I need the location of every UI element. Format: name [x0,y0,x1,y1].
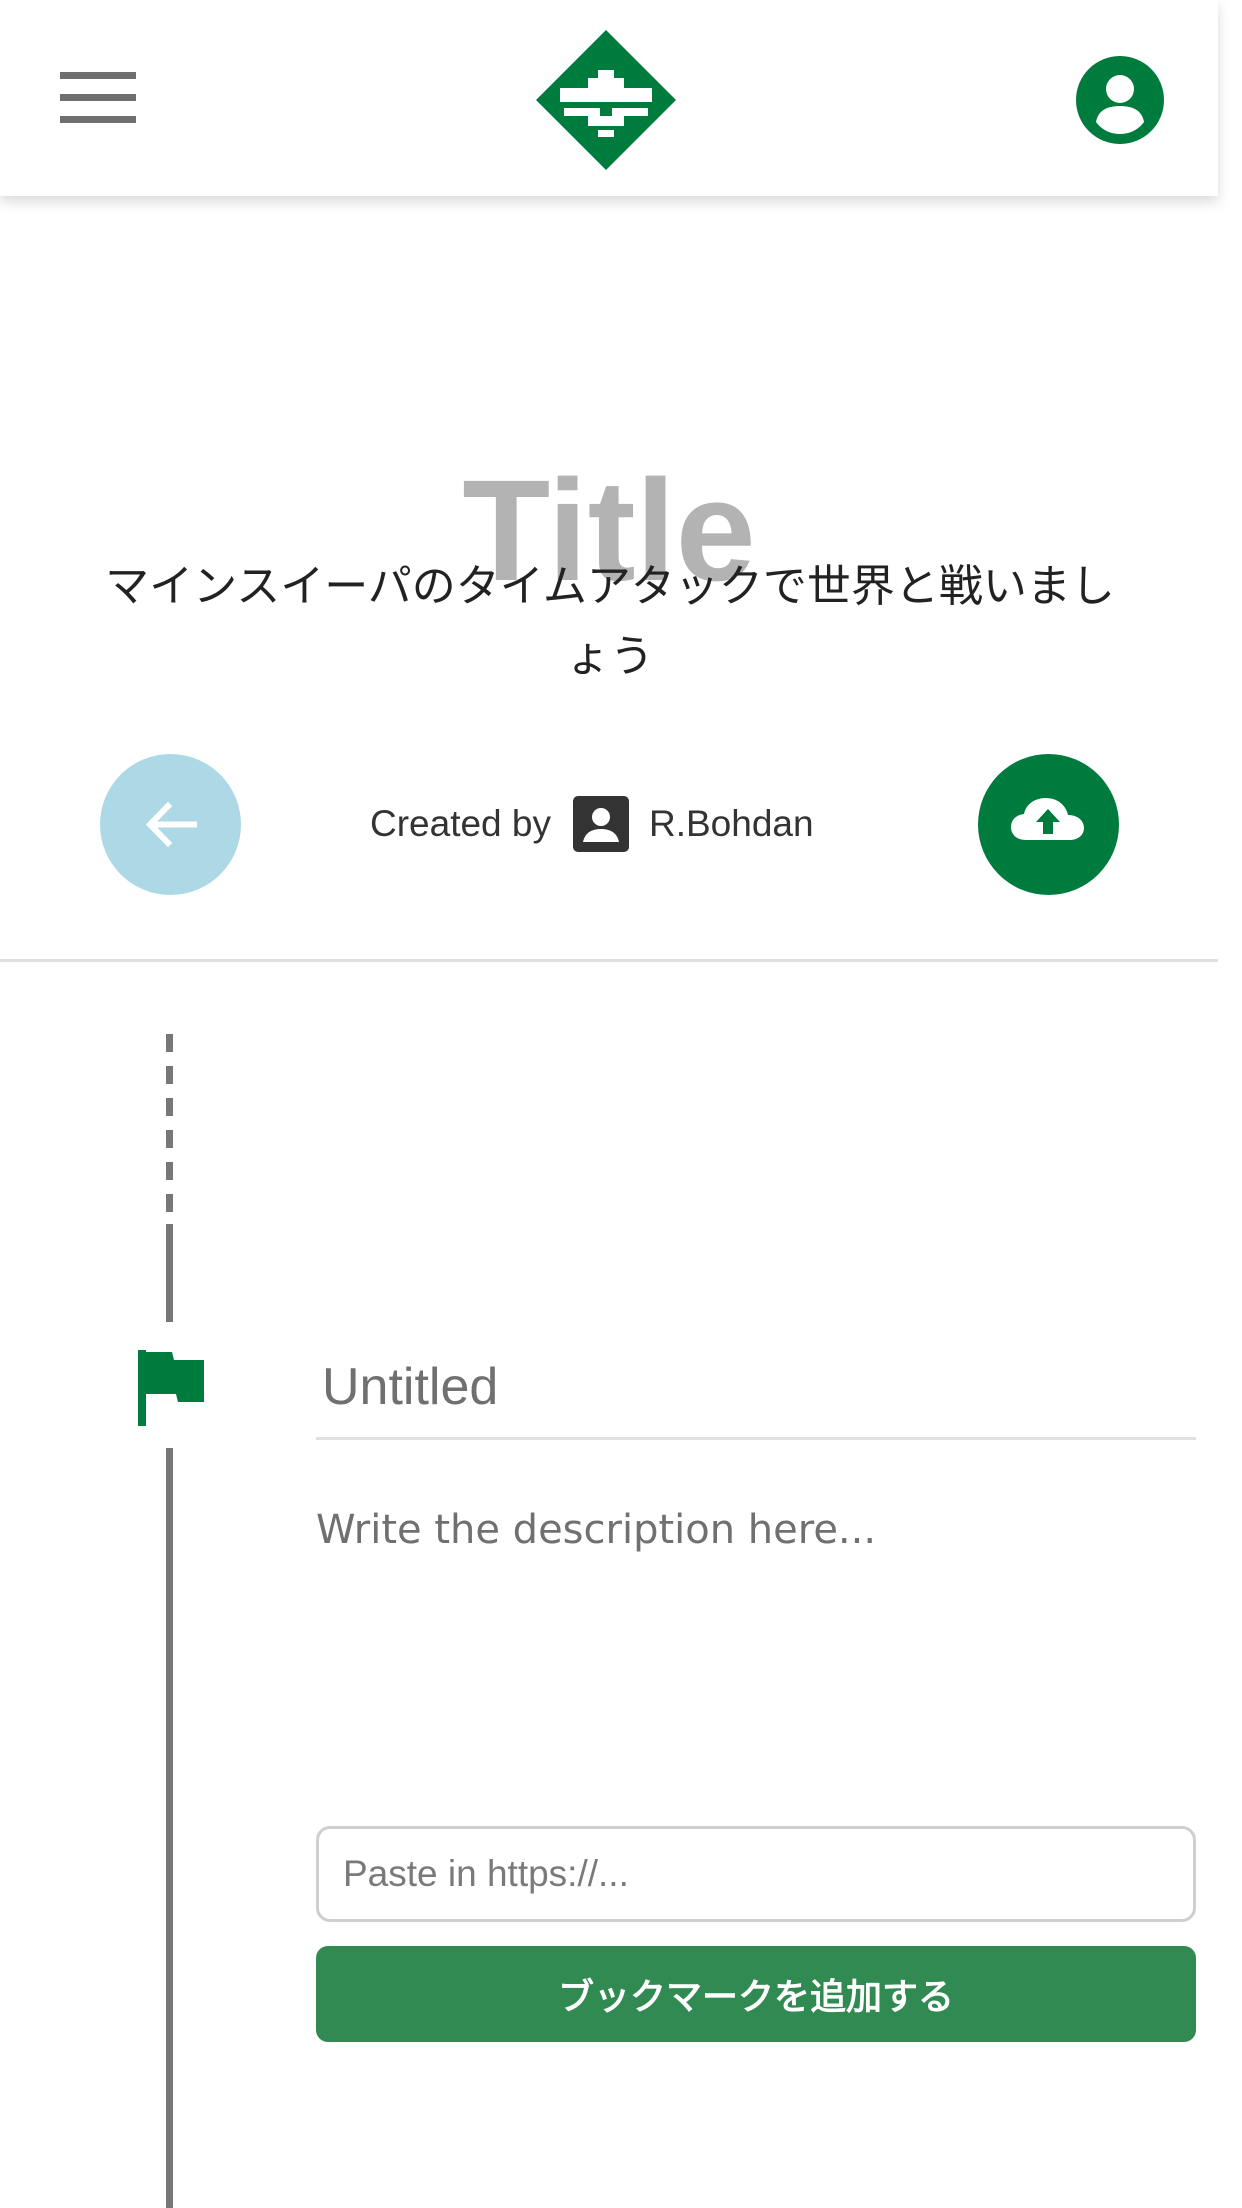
account-circle-icon [1076,56,1164,144]
logo-icon[interactable] [534,28,678,172]
flag-icon [138,1350,204,1426]
add-bookmark-button[interactable]: ブックマークを追加する [316,1946,1196,2042]
app-header [0,0,1218,196]
upload-button[interactable] [978,754,1119,895]
back-button[interactable] [100,754,241,895]
timeline-line [166,1224,173,1322]
entry-description-input[interactable] [316,1500,1196,1800]
timeline-line [166,1448,173,2208]
entry-title-input[interactable] [316,1336,1196,1440]
section-divider [0,959,1218,962]
author-name[interactable]: R.Bohdan [649,803,814,845]
timeline-line-dashed [166,1034,173,1224]
person-box-icon [573,796,629,852]
bookmark-url-input[interactable] [316,1826,1196,1922]
menu-button[interactable] [56,72,136,124]
account-button[interactable] [1076,56,1164,144]
author-line: Created by R.Bohdan [370,794,814,854]
arrow-left-icon [145,801,197,848]
page-subtitle: マインスイーパのタイムアタックで世界と戦いましょう [105,561,1115,682]
created-by-label: Created by [370,803,551,844]
cloud-upload-icon [1011,798,1084,840]
